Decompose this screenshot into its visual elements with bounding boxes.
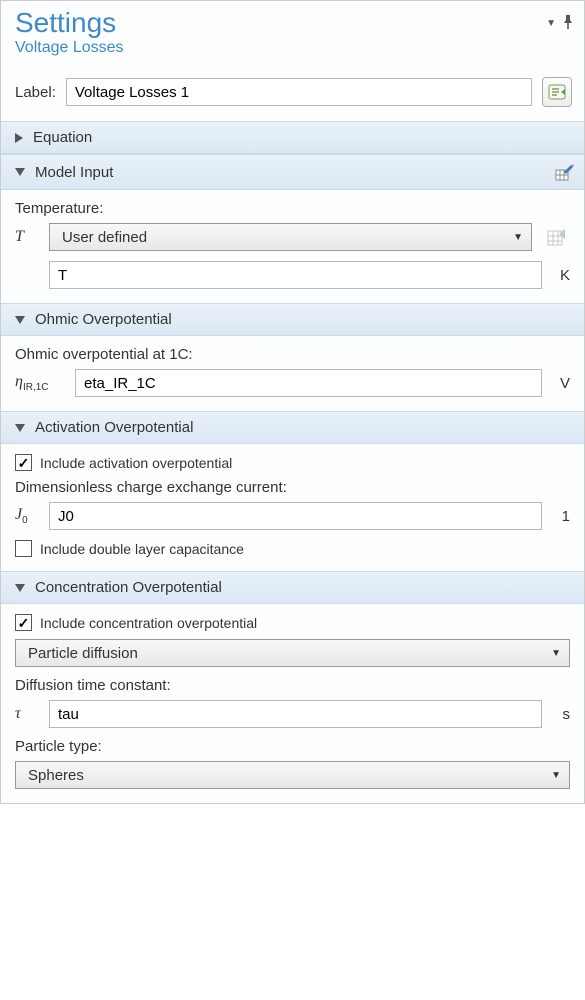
collapse-icon xyxy=(15,316,25,324)
section-header-concentration[interactable]: Concentration Overpotential xyxy=(1,571,584,604)
concentration-mode-select[interactable]: Particle diffusion ▼ xyxy=(15,639,570,667)
section-body-activation: Include activation overpotential Dimensi… xyxy=(1,444,584,571)
include-activation-checkbox[interactable] xyxy=(15,454,32,471)
temperature-select-value: User defined xyxy=(62,229,147,246)
panel-subtitle: Voltage Losses xyxy=(1,39,584,67)
label-input[interactable] xyxy=(66,78,532,106)
j0-input[interactable] xyxy=(49,502,542,530)
tau-symbol: τ xyxy=(15,705,39,723)
particle-type-value: Spheres xyxy=(28,767,84,784)
include-dbl-layer-checkbox[interactable] xyxy=(15,540,32,557)
section-title-equation: Equation xyxy=(33,129,92,146)
tau-input[interactable] xyxy=(49,700,542,728)
collapse-icon xyxy=(15,168,25,176)
ptype-label: Particle type: xyxy=(15,738,570,755)
section-header-activation[interactable]: Activation Overpotential xyxy=(1,411,584,444)
tau-unit: s xyxy=(552,706,570,723)
include-concentration-label: Include concentration overpotential xyxy=(40,615,257,631)
ohmic-field-label: Ohmic overpotential at 1C: xyxy=(15,346,570,363)
tau-label: Diffusion time constant: xyxy=(15,677,570,694)
j0-symbol: J0 xyxy=(15,506,39,526)
include-activation-label: Include activation overpotential xyxy=(40,455,232,471)
section-title-model-input: Model Input xyxy=(35,164,113,181)
section-header-equation[interactable]: Equation xyxy=(1,121,584,154)
section-title-activation: Activation Overpotential xyxy=(35,419,193,436)
temperature-select[interactable]: User defined ▼ xyxy=(49,223,532,251)
collapse-icon xyxy=(15,584,25,592)
include-dbl-layer-label: Include double layer capacitance xyxy=(40,541,244,557)
pin-icon[interactable] xyxy=(562,15,574,32)
dropdown-caret-icon: ▼ xyxy=(551,648,561,659)
j0-unit: 1 xyxy=(552,508,570,525)
include-concentration-checkbox[interactable] xyxy=(15,614,32,631)
dropdown-caret-icon: ▼ xyxy=(513,232,523,243)
temperature-input[interactable] xyxy=(49,261,542,289)
section-header-model-input[interactable]: Model Input xyxy=(1,154,584,190)
expand-icon xyxy=(15,133,23,143)
section-body-ohmic: Ohmic overpotential at 1C: ηIR,1C V xyxy=(1,336,584,411)
section-title-concentration: Concentration Overpotential xyxy=(35,579,222,596)
panel-header: Settings ▼ xyxy=(1,1,584,39)
temperature-label: Temperature: xyxy=(15,200,570,217)
dropdown-caret-icon: ▼ xyxy=(551,770,561,781)
section-header-ohmic[interactable]: Ohmic Overpotential xyxy=(1,303,584,336)
link-model-input-button[interactable] xyxy=(542,223,570,251)
temperature-unit: K xyxy=(552,267,570,284)
section-body-concentration: Include concentration overpotential Part… xyxy=(1,604,584,803)
dimless-label: Dimensionless charge exchange current: xyxy=(15,479,570,496)
edit-model-input-icon[interactable] xyxy=(554,162,574,182)
panel-header-icons: ▼ xyxy=(546,15,574,32)
section-title-ohmic: Ohmic Overpotential xyxy=(35,311,172,328)
temperature-symbol: T xyxy=(15,228,39,246)
particle-type-select[interactable]: Spheres ▼ xyxy=(15,761,570,789)
section-body-model-input: Temperature: T User defined ▼ K xyxy=(1,190,584,303)
label-caption: Label: xyxy=(15,84,56,101)
ohmic-symbol: ηIR,1C xyxy=(15,373,65,393)
panel-title: Settings xyxy=(15,7,116,39)
menu-caret-icon[interactable]: ▼ xyxy=(546,18,556,29)
ohmic-unit: V xyxy=(552,375,570,392)
go-to-source-button[interactable] xyxy=(542,77,572,107)
label-row: Label: xyxy=(1,67,584,121)
collapse-icon xyxy=(15,424,25,432)
settings-panel: Settings ▼ Voltage Losses Label: Equatio… xyxy=(0,0,585,804)
concentration-mode-value: Particle diffusion xyxy=(28,645,138,662)
ohmic-input[interactable] xyxy=(75,369,542,397)
